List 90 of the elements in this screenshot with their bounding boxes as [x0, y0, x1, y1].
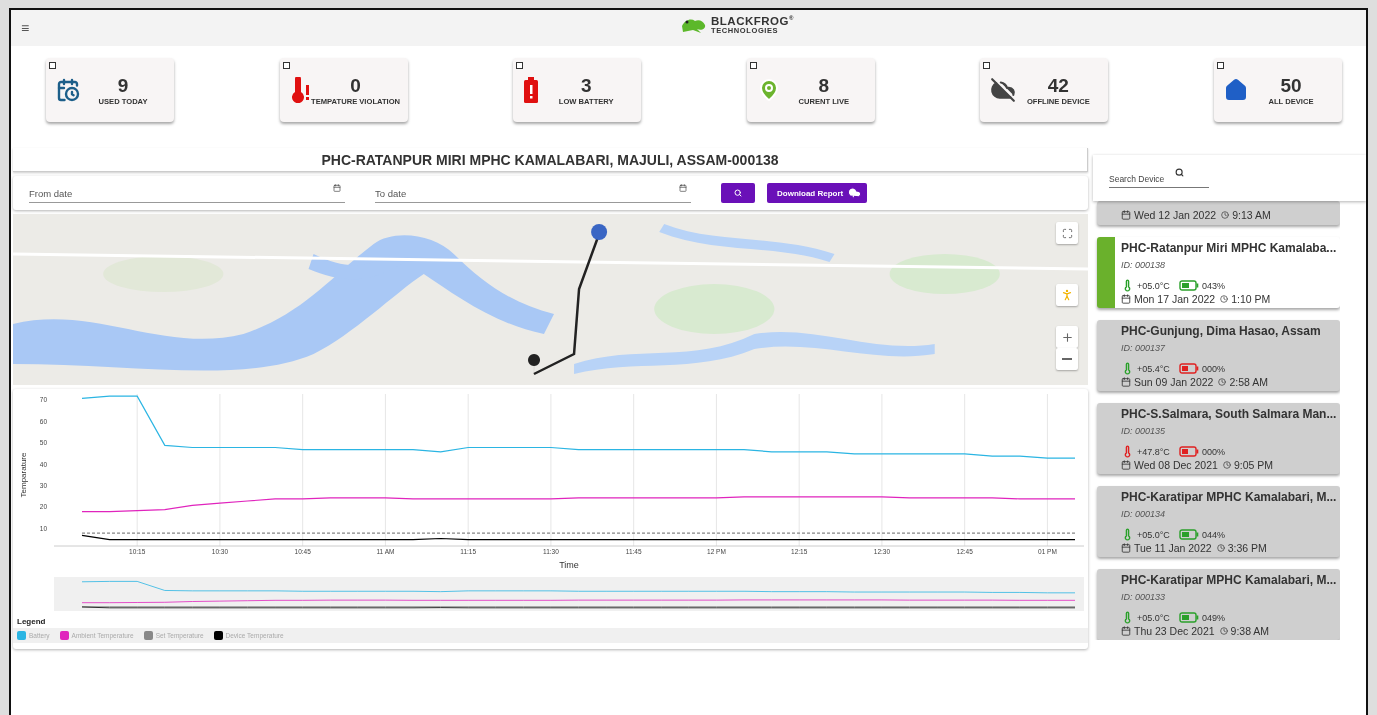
device-temperature: +05.0°C — [1137, 612, 1170, 623]
device-temperature: +05.4°C — [1137, 363, 1170, 374]
calendar-icon — [1121, 460, 1131, 470]
calendar-icon[interactable] — [333, 184, 341, 192]
download-report-button[interactable]: Download Report — [767, 183, 868, 203]
device-time: 1:10 PM — [1231, 293, 1271, 305]
calendar-icon[interactable] — [679, 184, 687, 192]
to-date-field[interactable]: To date — [375, 188, 691, 203]
clock-icon — [1221, 211, 1230, 219]
checkbox[interactable] — [49, 62, 56, 69]
device-card[interactable]: PHC-Ratanpur Miri MPHC Kamalaba... ID: 000138 +05.0°C 043% Mon 17 Jan 2022 1:10 PM — [1097, 237, 1340, 308]
device-id: ID: 000137 — [1121, 343, 1167, 353]
device-name: PHC-Karatipar MPHC Kamalabari, M... — [1121, 490, 1336, 504]
y-axis-title: Temparature — [19, 452, 28, 498]
device-id: ID: 000138 — [1121, 260, 1167, 270]
clock-icon — [1220, 295, 1229, 303]
battery-percent: 000% — [1201, 363, 1225, 374]
device-card[interactable]: PHC-S.Salmara, South Salmara Man... ID: 000135 +47.8°C 000% Wed 08 Dec 2021 9:05 PM — [1097, 403, 1340, 474]
clock-icon — [1222, 461, 1231, 469]
device-card[interactable]: Wed 12 Jan 2022 9:13 AM — [1097, 201, 1340, 225]
checkbox[interactable] — [516, 62, 524, 69]
calendar-icon — [1121, 543, 1131, 553]
legend-title: Legend — [16, 616, 47, 628]
device-date: Tue 11 Jan 2022 — [1134, 542, 1212, 554]
search-icon[interactable] — [1175, 168, 1184, 177]
device-name: PHC-Ratanpur Miri MPHC Kamalaba... — [1121, 241, 1336, 255]
device-date: Sun 09 Jan 2022 — [1134, 376, 1214, 388]
device-temperature: +47.8°C — [1137, 446, 1170, 457]
menu-button[interactable]: ≡ — [17, 20, 34, 36]
device-card[interactable]: PHC-Karatipar MPHC Kamalabari, M... ID: 000134 +05.0°C 044% Tue 11 Jan 2022 3:36 PM — [1097, 486, 1340, 557]
fullscreen-button[interactable] — [1056, 222, 1078, 244]
thermometer-alert-icon — [289, 77, 312, 103]
device-id: ID: 000134 — [1121, 509, 1167, 519]
clock-icon — [1219, 627, 1228, 635]
fullscreen-icon — [1061, 227, 1073, 239]
plus-icon — [1060, 330, 1074, 344]
search-icon — [734, 189, 742, 197]
device-time: 3:36 PM — [1227, 542, 1267, 554]
clock-icon — [1216, 544, 1225, 552]
stat-value: 50 — [1280, 74, 1302, 97]
device-card[interactable]: PHC-Gunjung, Dima Hasao, Assam ID: 000137 +05.4°C 000% Sun 09 Jan 2022 2:58 AM — [1097, 320, 1340, 391]
calendar-icon — [1121, 626, 1131, 636]
device-name: PHC-S.Salmara, South Salmara Man... — [1121, 407, 1336, 421]
stat-value: 0 — [350, 74, 361, 97]
device-date: Thu 23 Dec 2021 — [1134, 625, 1215, 637]
device-card[interactable]: PHC-Karatipar MPHC Kamalabari, M... ID: 000133 +05.0°C 049% Thu 23 Dec 2021 9:38 AM — [1097, 569, 1340, 640]
device-id: ID: 000135 — [1121, 426, 1167, 436]
device-date: Wed 08 Dec 2021 — [1134, 459, 1218, 471]
device-temperature: +05.0°C — [1137, 529, 1170, 540]
cloud-download-icon — [847, 185, 863, 201]
logo-wordmark: BLACKFROG$^{®}$ — [711, 15, 794, 28]
calendar-icon — [1121, 377, 1131, 387]
battery-alert-icon — [523, 77, 540, 103]
device-time: 9:05 PM — [1233, 459, 1273, 471]
device-name: PHC-Gunjung, Dima Hasao, Assam — [1121, 324, 1322, 338]
device-name: PHC-Karatipar MPHC Kamalabari, M... — [1121, 573, 1336, 587]
from-date-field[interactable]: From date — [29, 188, 345, 203]
home-icon — [1223, 78, 1248, 102]
calendar-clock-icon — [56, 78, 80, 102]
calendar-icon — [1121, 210, 1131, 220]
device-temperature: +05.0°C — [1137, 280, 1170, 291]
zoom-out-button[interactable] — [1056, 348, 1078, 370]
stat-value: 42 — [1047, 74, 1069, 97]
cloud-off-icon — [990, 77, 1017, 103]
device-time: 9:38 AM — [1230, 625, 1270, 637]
search-button[interactable] — [721, 183, 755, 203]
person-icon — [1060, 288, 1074, 302]
calendar-icon — [1121, 294, 1131, 304]
search-field[interactable]: Search Device — [1109, 174, 1209, 188]
stat-value: 9 — [117, 74, 129, 97]
device-id: ID: 000133 — [1121, 592, 1167, 602]
stat-value: 3 — [580, 74, 592, 97]
checkbox[interactable] — [1216, 62, 1224, 69]
stat-value: 8 — [818, 74, 830, 97]
battery-percent: 044% — [1201, 529, 1225, 540]
device-time: 2:58 AM — [1229, 376, 1268, 388]
device-date: Mon 17 Jan 2022 — [1134, 293, 1216, 305]
battery-percent: 049% — [1201, 612, 1225, 623]
checkbox[interactable] — [749, 62, 757, 69]
device-title: PHC-RATANPUR MIRI MPHC KAMALABARI, MAJULI, ASSAM-000138 — [321, 151, 779, 168]
clock-icon — [1218, 378, 1227, 386]
battery-percent: 000% — [1201, 446, 1225, 457]
checkbox[interactable] — [282, 62, 290, 69]
zoom-in-button[interactable] — [1056, 326, 1078, 348]
x-axis-title: Time — [559, 560, 579, 570]
device-date: Wed 12 Jan 2022 — [1134, 209, 1217, 221]
device-time: 9:13 AM — [1232, 209, 1271, 221]
minus-icon — [1062, 358, 1072, 360]
checkbox[interactable] — [983, 62, 991, 69]
battery-percent: 043% — [1201, 280, 1225, 291]
